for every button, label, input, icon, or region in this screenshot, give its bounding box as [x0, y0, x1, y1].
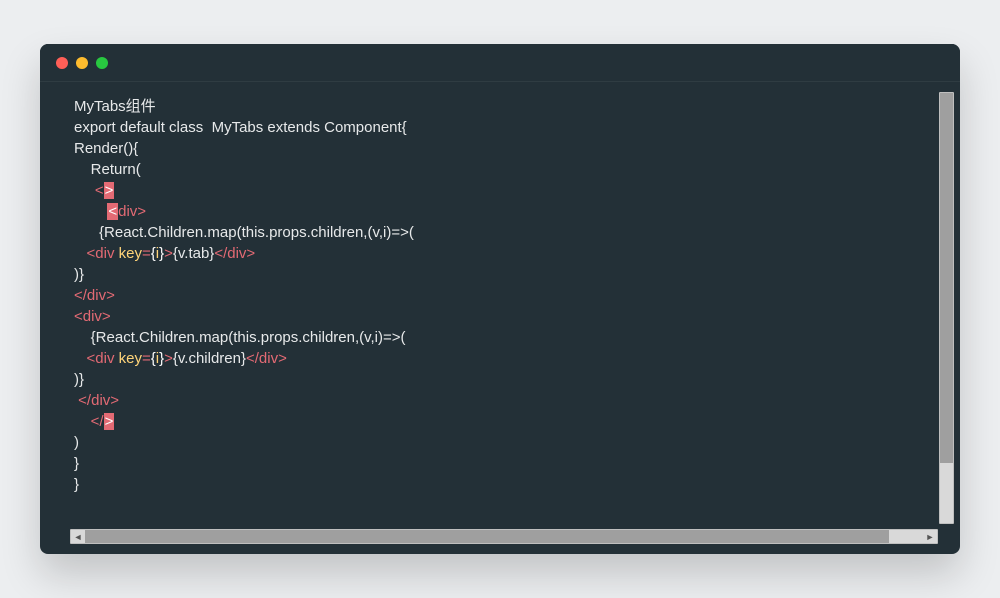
- code-indent: [74, 224, 99, 241]
- jsx-close-tag: </div>: [78, 392, 119, 409]
- highlighted-char: >: [104, 182, 115, 199]
- code-indent: [74, 350, 87, 367]
- scroll-left-icon[interactable]: ◄: [71, 530, 85, 543]
- code-indent: [74, 413, 91, 430]
- close-icon[interactable]: [56, 57, 68, 69]
- editor-window: MyTabs组件 export default class MyTabs ext…: [40, 44, 960, 554]
- highlighted-char: >: [104, 413, 115, 430]
- jsx-close-tag: </div>: [246, 350, 287, 367]
- jsx-open-tag: <div: [87, 245, 115, 262]
- jsx-attr: key: [119, 350, 142, 367]
- minimize-icon[interactable]: [76, 57, 88, 69]
- scroll-right-icon[interactable]: ►: [923, 530, 937, 543]
- code-area: MyTabs组件 export default class MyTabs ext…: [40, 82, 960, 554]
- code-line: export default class MyTabs extends Comp…: [74, 119, 407, 136]
- jsx-attr: key: [119, 245, 142, 262]
- code-indent: [74, 203, 107, 220]
- titlebar: [40, 44, 960, 82]
- vertical-scroll-thumb[interactable]: [940, 93, 953, 463]
- jsx-tag: </: [91, 413, 104, 430]
- highlighted-char: <: [107, 203, 118, 220]
- jsx-tag: div>: [118, 203, 146, 220]
- vertical-scrollbar[interactable]: [939, 92, 954, 524]
- code-line: ): [74, 434, 79, 451]
- code-line: Render(){: [74, 140, 138, 157]
- jsx-open-tag: <div>: [74, 308, 111, 325]
- jsx-open-tag: <div: [87, 350, 115, 367]
- code-line: MyTabs组件: [74, 98, 156, 115]
- code-line: )}: [74, 371, 84, 388]
- horizontal-scroll-track[interactable]: [85, 530, 923, 543]
- jsx-content: {v.children}: [173, 350, 246, 367]
- jsx-tag: >: [164, 245, 173, 262]
- maximize-icon[interactable]: [96, 57, 108, 69]
- code-indent: [74, 245, 87, 262]
- jsx-close-tag: </div>: [214, 245, 255, 262]
- code-line: }: [74, 476, 79, 493]
- equals: =: [142, 350, 151, 367]
- jsx-tag: <: [95, 182, 104, 199]
- jsx-close-tag: </div>: [74, 287, 115, 304]
- code-line: }: [74, 455, 79, 472]
- equals: =: [142, 245, 151, 262]
- code-indent: [74, 182, 95, 199]
- code-indent: [74, 161, 91, 178]
- code-indent: [74, 329, 91, 346]
- jsx-content: {v.tab}: [173, 245, 214, 262]
- code-text: Return(: [91, 161, 141, 178]
- horizontal-scrollbar[interactable]: ◄ ►: [70, 529, 938, 544]
- code-text: {React.Children.map(this.props.children,…: [91, 329, 406, 346]
- code-line: )}: [74, 266, 84, 283]
- code-text: {React.Children.map(this.props.children,…: [99, 224, 414, 241]
- horizontal-scroll-thumb[interactable]: [85, 530, 889, 543]
- jsx-tag: >: [164, 350, 173, 367]
- content-area: MyTabs组件 export default class MyTabs ext…: [40, 82, 960, 554]
- code-block: MyTabs组件 export default class MyTabs ext…: [40, 82, 960, 495]
